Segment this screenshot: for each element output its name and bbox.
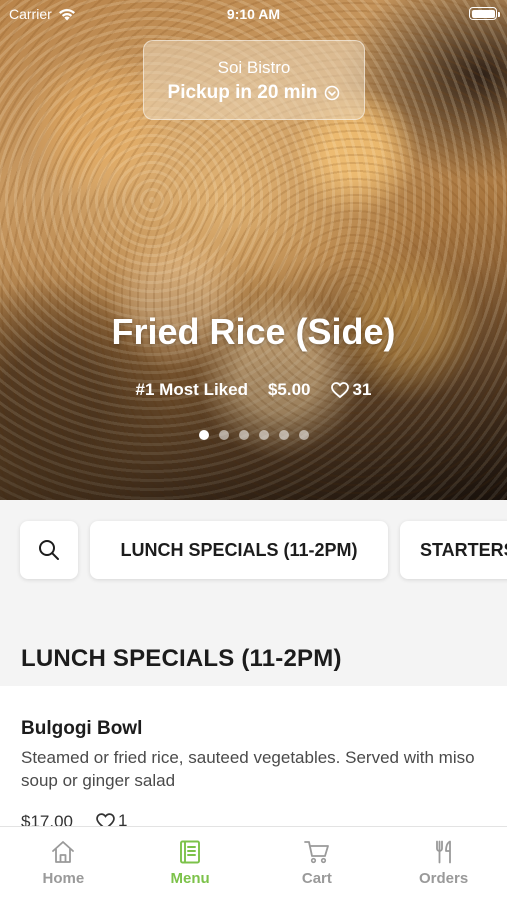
featured-item-title[interactable]: Fried Rice (Side) — [0, 311, 507, 353]
home-icon — [52, 841, 75, 863]
featured-item-meta: #1 Most Liked $5.00 31 — [0, 380, 507, 400]
carousel-page-indicator[interactable] — [0, 430, 507, 440]
fork-knife-icon — [435, 840, 451, 864]
status-bar: Carrier 9:10 AM — [0, 0, 507, 28]
tab-bar: Home Menu Cart Orders — [0, 826, 507, 900]
category-chip-lunch-specials[interactable]: LUNCH SPECIALS (11-2PM) — [90, 521, 388, 579]
featured-price: $5.00 — [267, 380, 311, 399]
carousel-dot[interactable] — [278, 430, 289, 440]
chevron-down-circle-icon — [325, 85, 340, 101]
menu-item-card[interactable]: Bulgogi Bowl Steamed or fried rice, saut… — [0, 686, 507, 846]
carousel-dot[interactable] — [238, 430, 249, 440]
pickup-time-selector[interactable]: Soi Bistro Pickup in 20 min — [143, 40, 365, 120]
carousel-dot[interactable] — [218, 430, 229, 440]
pickup-time: Pickup in 20 min — [144, 82, 364, 104]
heart-icon — [330, 382, 349, 398]
tab-cart[interactable]: Cart — [254, 827, 381, 900]
tab-home-label: Home — [42, 870, 85, 887]
search-icon — [39, 540, 59, 560]
tab-menu[interactable]: Menu — [127, 827, 254, 900]
section-heading: LUNCH SPECIALS (11-2PM) — [21, 645, 342, 672]
pickup-time-label: Pickup in 20 min — [167, 82, 318, 103]
tab-orders[interactable]: Orders — [380, 827, 507, 900]
tab-cart-label: Cart — [301, 870, 332, 887]
status-time: 9:10 AM — [226, 6, 281, 22]
carousel-dot[interactable] — [298, 430, 309, 440]
search-button[interactable] — [20, 521, 78, 579]
tab-orders-label: Orders — [419, 870, 469, 887]
most-liked-badge: #1 Most Liked — [135, 380, 248, 399]
menu-book-icon — [180, 840, 201, 864]
category-bar[interactable]: LUNCH SPECIALS (11-2PM) STARTERS — [0, 500, 507, 600]
category-chip-starters[interactable]: STARTERS — [400, 521, 507, 579]
tab-menu-label: Menu — [170, 870, 210, 887]
menu-item-description: Steamed or fried rice, sauteed vegetable… — [21, 748, 475, 790]
carousel-dot[interactable] — [198, 430, 209, 440]
featured-likes-count: 31 — [352, 380, 372, 399]
battery-icon — [469, 7, 500, 20]
cart-icon — [303, 841, 329, 864]
carousel-dot[interactable] — [258, 430, 269, 440]
featured-likes: 31 — [330, 380, 372, 400]
menu-item-name: Bulgogi Bowl — [21, 718, 143, 739]
restaurant-name: Soi Bistro — [217, 58, 291, 77]
tab-home[interactable]: Home — [0, 827, 127, 900]
